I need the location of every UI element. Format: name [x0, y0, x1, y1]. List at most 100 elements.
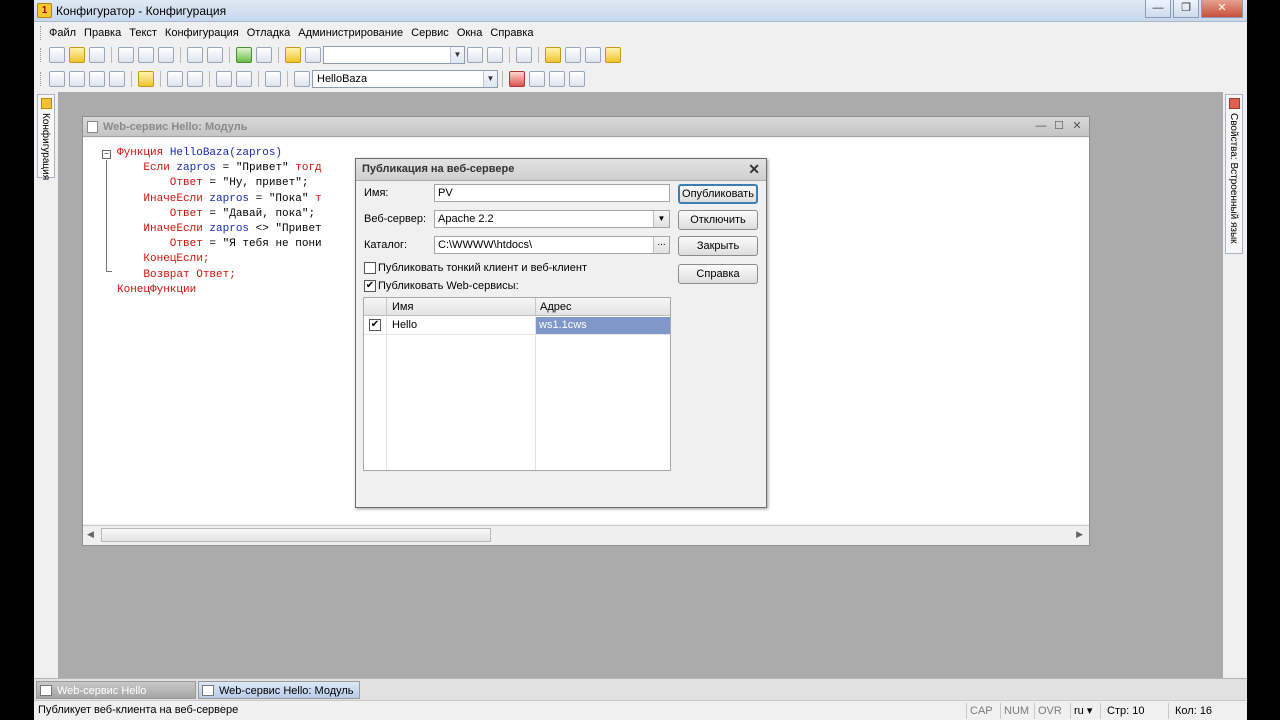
properties-panel-tab[interactable]: Свойства: Встроенный язык	[1225, 94, 1243, 254]
close-icon[interactable]: ✕	[748, 161, 760, 178]
module-window-titlebar[interactable]: Web-сервис Hello: Модуль — ☐ ✕	[83, 117, 1089, 137]
menu-edit[interactable]: Правка	[84, 27, 121, 39]
uncomment-icon[interactable]	[236, 71, 252, 87]
bookmark-next-icon[interactable]	[549, 71, 565, 87]
bookmark-icon[interactable]	[529, 71, 545, 87]
print-preview-icon[interactable]	[207, 47, 223, 63]
table-icon[interactable]	[109, 71, 125, 87]
browse-button[interactable]: ...	[653, 237, 669, 253]
status-message: Публикует веб-клиента на веб-сервере	[38, 704, 239, 716]
reference-icon[interactable]	[585, 47, 601, 63]
find-next-icon[interactable]	[487, 47, 503, 63]
catalog-field[interactable]: C:\WWWW\htdocs\ ...	[434, 236, 670, 254]
run-debug-icon[interactable]	[138, 71, 154, 87]
code-line[interactable]: ИначеЕсли zapros <> "Привет	[117, 222, 321, 237]
help-button[interactable]: Справка	[678, 264, 758, 284]
print-icon[interactable]	[187, 47, 203, 63]
code-line[interactable]: КонецЕсли;	[117, 252, 209, 267]
name-field[interactable]: PV	[434, 184, 670, 202]
code-line[interactable]: Функция HelloBaza(zapros)	[117, 146, 282, 161]
goto-icon[interactable]	[265, 71, 281, 87]
menu-administration[interactable]: Администрирование	[298, 27, 403, 39]
column-separator[interactable]	[535, 298, 536, 316]
menu-configuration[interactable]: Конфигурация	[165, 27, 239, 39]
minimize-icon[interactable]: —	[1033, 119, 1049, 133]
minimize-button[interactable]: —	[1145, 0, 1171, 18]
taskbar-item-web-service[interactable]: Web-сервис Hello	[36, 681, 196, 699]
undo-icon[interactable]	[236, 47, 252, 63]
menu-file[interactable]: Файл	[49, 27, 76, 39]
breakpoint-icon[interactable]	[509, 71, 525, 87]
web-server-select[interactable]: Apache 2.2 ▼	[434, 210, 670, 228]
syntax-helper-icon[interactable]	[565, 47, 581, 63]
taskbar-item-module[interactable]: Web-сервис Hello: Модуль	[198, 681, 360, 699]
name-label: Имя:	[364, 187, 389, 199]
info-icon[interactable]	[605, 47, 621, 63]
comment-icon[interactable]	[216, 71, 232, 87]
paste-icon[interactable]	[158, 47, 174, 63]
cut-icon[interactable]	[118, 47, 134, 63]
redo-icon[interactable]	[256, 47, 272, 63]
copy-icon[interactable]	[138, 47, 154, 63]
save-icon[interactable]	[89, 47, 105, 63]
code-line[interactable]: Ответ = "Давай, пока";	[117, 207, 315, 222]
code-line[interactable]: КонецФункции	[117, 283, 196, 298]
menu-text[interactable]: Текст	[129, 27, 157, 39]
fold-toggle-icon[interactable]: −	[102, 150, 111, 159]
close-button[interactable]: ✕	[1201, 0, 1243, 18]
database-icon[interactable]	[89, 71, 105, 87]
scroll-left-icon[interactable]: ◀	[87, 529, 94, 540]
language-selector[interactable]: ru ▾	[1070, 703, 1100, 719]
disable-button[interactable]: Отключить	[678, 210, 758, 230]
menu-service[interactable]: Сервис	[411, 27, 449, 39]
web-services-grid[interactable]: Имя Адрес ✔ Hello ws1.1cws	[363, 297, 671, 471]
procedure-combo[interactable]: HelloBaza ▼	[312, 70, 498, 88]
procedure-icon[interactable]	[294, 71, 310, 87]
chevron-down-icon[interactable]: ▼	[653, 211, 669, 227]
code-line[interactable]: ИначеЕсли zapros = "Пока" т	[117, 192, 321, 207]
wizard-icon[interactable]	[545, 47, 561, 63]
find-previous-icon[interactable]	[467, 47, 483, 63]
maximize-icon[interactable]: ☐	[1051, 119, 1067, 133]
find-icon[interactable]	[285, 47, 301, 63]
scrollbar-thumb[interactable]	[101, 528, 491, 542]
table-row[interactable]: ✔ Hello ws1.1cws	[364, 317, 670, 335]
thin-client-checkbox[interactable]	[364, 262, 376, 274]
windows-icon[interactable]	[516, 47, 532, 63]
menu-debug[interactable]: Отладка	[247, 27, 290, 39]
unblock-icon[interactable]	[187, 71, 203, 87]
code-line[interactable]: Ответ = "Ну, привет";	[117, 176, 309, 191]
code-line[interactable]: Ответ = "Я тебя не пони	[117, 237, 322, 252]
bookmark-clear-icon[interactable]	[569, 71, 585, 87]
new-document-icon[interactable]	[49, 47, 65, 63]
web-services-checkbox[interactable]: ✔	[364, 280, 376, 292]
row-address[interactable]: ws1.1cws	[536, 317, 670, 334]
menu-windows[interactable]: Окна	[457, 27, 483, 39]
column-header-address[interactable]: Адрес	[540, 301, 572, 313]
toolbar-grip[interactable]	[40, 48, 43, 62]
close-icon[interactable]: ✕	[1069, 119, 1085, 133]
chevron-down-icon[interactable]: ▼	[450, 47, 464, 63]
code-line[interactable]: Возврат Ответ;	[117, 268, 235, 283]
dialog-titlebar[interactable]: Публикация на веб-сервере ✕	[356, 159, 766, 181]
menu-help[interactable]: Справка	[490, 27, 533, 39]
search-icon[interactable]	[305, 47, 321, 63]
code-line[interactable]: Если zapros = "Привет" тогд	[117, 161, 321, 176]
close-dialog-button[interactable]: Закрыть	[678, 236, 758, 256]
configuration-panel-tab[interactable]: Конфигурация	[37, 94, 55, 180]
toolbar-grip[interactable]	[40, 26, 43, 40]
search-combo[interactable]: ▼	[323, 46, 465, 64]
block-icon[interactable]	[167, 71, 183, 87]
form-icon[interactable]	[69, 71, 85, 87]
open-folder-icon[interactable]	[69, 47, 85, 63]
chevron-down-icon[interactable]: ▼	[483, 71, 497, 87]
toolbar-grip[interactable]	[40, 72, 43, 86]
column-header-name[interactable]: Имя	[392, 301, 413, 313]
restore-button[interactable]: ❐	[1173, 0, 1199, 18]
module-icon[interactable]	[49, 71, 65, 87]
row-checkbox[interactable]: ✔	[369, 319, 381, 331]
publish-button[interactable]: Опубликовать	[678, 184, 758, 204]
horizontal-scrollbar[interactable]: ◀ ▶	[83, 525, 1089, 545]
scroll-right-icon[interactable]: ▶	[1076, 529, 1083, 540]
column-separator[interactable]	[386, 298, 387, 316]
